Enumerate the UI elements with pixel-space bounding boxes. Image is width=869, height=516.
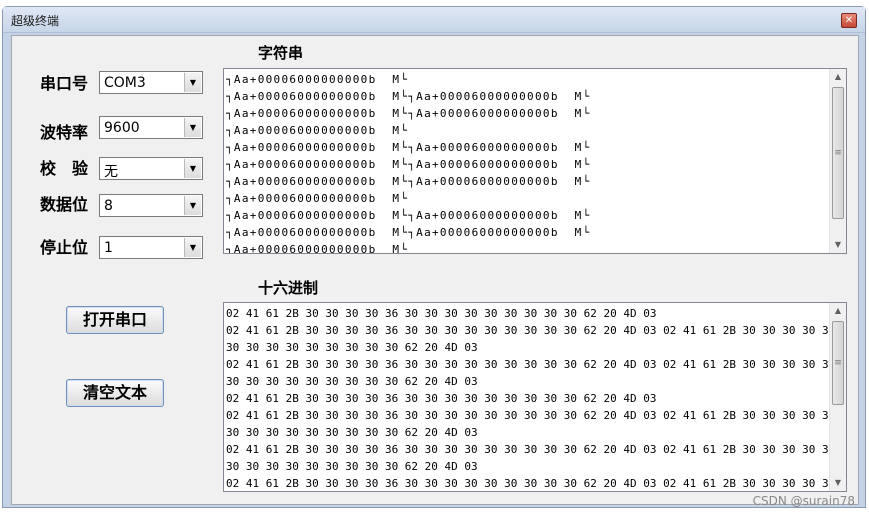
hex-line: 02 41 61 2B 30 30 30 30 36 30 30 30 30 3… (226, 409, 828, 422)
clear-text-button[interactable]: 清空文本 (66, 379, 164, 407)
hex-line: 30 30 30 30 30 30 30 30 30 62 20 4D 03 (226, 426, 478, 439)
string-line: ┐Aa+00006000000000b M└ (226, 73, 409, 86)
databits-label: 数据位 (40, 195, 89, 214)
string-line: ┐Aa+00006000000000b M└ (226, 243, 409, 253)
port-select[interactable]: COM3 ▼ (99, 71, 203, 94)
app-window: 超级终端 ✕ 串口号 COM3 ▼ 波特率 9600 ▼ 校 验 无 ▼ 数据位… (2, 6, 866, 508)
string-textbox[interactable]: ┐Aa+00006000000000b M└ ┐Aa+00006000000000… (223, 68, 847, 254)
scroll-up-icon[interactable]: ▲ (830, 69, 846, 85)
hex-line: 02 41 61 2B 30 30 30 30 36 30 30 30 30 3… (226, 358, 828, 371)
window-title: 超级终端 (11, 14, 60, 28)
string-line: ┐Aa+00006000000000b M└┐Aa+00006000000000… (226, 141, 591, 154)
chevron-down-icon[interactable]: ▼ (184, 159, 201, 178)
hex-line: 02 41 61 2B 30 30 30 30 36 30 30 30 30 3… (226, 307, 657, 320)
chevron-down-icon[interactable]: ▼ (184, 196, 201, 215)
hex-line: 30 30 30 30 30 30 30 30 30 62 20 4D 03 (226, 460, 478, 473)
hex-line: 02 41 61 2B 30 30 30 30 36 30 30 30 30 3… (226, 477, 828, 490)
chevron-down-icon[interactable]: ▼ (184, 118, 201, 137)
databits-value: 8 (104, 198, 113, 214)
hex-line: 30 30 30 30 30 30 30 30 30 62 20 4D 03 (226, 341, 478, 354)
close-icon[interactable]: ✕ (841, 13, 857, 28)
port-label: 串口号 (40, 74, 89, 93)
string-line: ┐Aa+00006000000000b M└ (226, 192, 409, 205)
parity-value: 无 (104, 164, 118, 180)
hex-line: 02 41 61 2B 30 30 30 30 36 30 30 30 30 3… (226, 443, 828, 456)
stopbits-select[interactable]: 1 ▼ (99, 236, 203, 259)
watermark: CSDN @surain78 (752, 494, 855, 508)
open-port-button[interactable]: 打开串口 (66, 306, 164, 334)
scroll-down-icon[interactable]: ▼ (830, 475, 846, 491)
string-line: ┐Aa+00006000000000b M└┐Aa+00006000000000… (226, 209, 591, 222)
string-line: ┐Aa+00006000000000b M└┐Aa+00006000000000… (226, 90, 591, 103)
scroll-thumb[interactable]: ≡ (832, 321, 844, 405)
baud-value: 9600 (104, 120, 140, 136)
title-bar[interactable]: 超级终端 ✕ (3, 7, 865, 33)
string-line: ┐Aa+00006000000000b M└ (226, 124, 409, 137)
hex-content: 02 41 61 2B 30 30 30 30 36 30 30 30 30 3… (226, 305, 828, 491)
hex-textbox[interactable]: 02 41 61 2B 30 30 30 30 36 30 30 30 30 3… (223, 302, 847, 492)
baud-select[interactable]: 9600 ▼ (99, 116, 203, 139)
hex-line: 30 30 30 30 30 30 30 30 30 62 20 4D 03 (226, 375, 478, 388)
stopbits-label: 停止位 (40, 238, 89, 257)
string-line: ┐Aa+00006000000000b M└┐Aa+00006000000000… (226, 175, 591, 188)
hex-line: 02 41 61 2B 30 30 30 30 36 30 30 30 30 3… (226, 324, 828, 337)
string-panel-title: 字符串 (258, 44, 304, 62)
scroll-down-icon[interactable]: ▼ (830, 237, 846, 253)
string-line: ┐Aa+00006000000000b M└┐Aa+00006000000000… (226, 107, 591, 120)
port-value: COM3 (104, 75, 146, 91)
baud-label: 波特率 (40, 123, 89, 142)
string-line: ┐Aa+00006000000000b M└┐Aa+00006000000000… (226, 226, 591, 239)
chevron-down-icon[interactable]: ▼ (184, 73, 201, 92)
client-area: 串口号 COM3 ▼ 波特率 9600 ▼ 校 验 无 ▼ 数据位 8 ▼ 停止… (11, 35, 859, 505)
string-scrollbar[interactable]: ▲ ≡ ▼ (829, 69, 846, 253)
parity-label: 校 验 (40, 159, 89, 178)
hex-panel-title: 十六进制 (258, 279, 319, 297)
stopbits-value: 1 (104, 240, 113, 256)
string-content: ┐Aa+00006000000000b M└ ┐Aa+00006000000000… (226, 71, 828, 253)
chevron-down-icon[interactable]: ▼ (184, 238, 201, 257)
hex-scrollbar[interactable]: ▲ ≡ ▼ (829, 303, 846, 491)
parity-select[interactable]: 无 ▼ (99, 157, 203, 180)
databits-select[interactable]: 8 ▼ (99, 194, 203, 217)
scroll-thumb[interactable]: ≡ (832, 87, 844, 219)
scroll-up-icon[interactable]: ▲ (830, 303, 846, 319)
string-line: ┐Aa+00006000000000b M└┐Aa+00006000000000… (226, 158, 591, 171)
hex-line: 02 41 61 2B 30 30 30 30 36 30 30 30 30 3… (226, 392, 657, 405)
